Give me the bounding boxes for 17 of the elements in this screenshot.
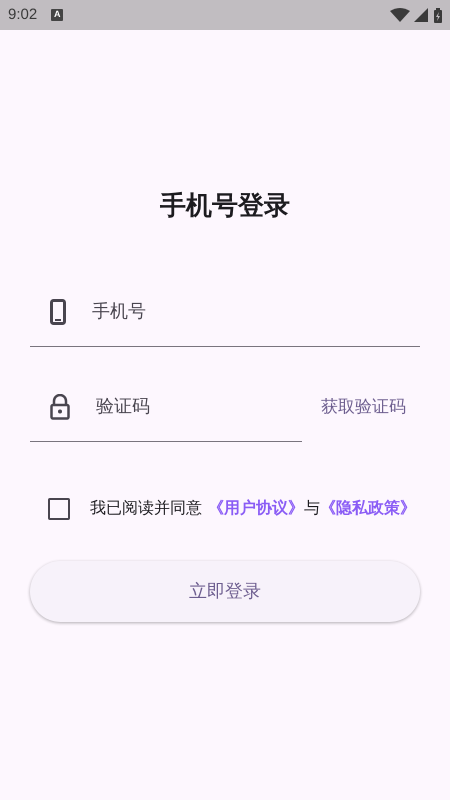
- agreement-text: 我已阅读并同意: [90, 498, 202, 519]
- page-title: 手机号登录: [159, 189, 291, 222]
- agreement-checkbox[interactable]: [48, 498, 70, 520]
- battery-icon: [434, 8, 442, 22]
- code-field[interactable]: 验证码: [96, 386, 276, 426]
- wifi-icon: [390, 8, 410, 22]
- privacy-policy-link[interactable]: 《隐私政策》: [320, 497, 416, 521]
- conjunction-text: 与: [304, 498, 320, 519]
- phone-field[interactable]: 手机号: [92, 292, 420, 332]
- signal-icon: [414, 8, 428, 22]
- lock-icon: [50, 394, 70, 420]
- user-agreement-link[interactable]: 《用户协议》: [208, 497, 304, 521]
- notification-badge: A: [51, 9, 64, 21]
- get-code-button[interactable]: 获取验证码: [321, 394, 406, 420]
- status-time: 9:02: [8, 4, 38, 25]
- phone-icon: [50, 298, 66, 324]
- login-button[interactable]: 立即登录: [30, 561, 420, 622]
